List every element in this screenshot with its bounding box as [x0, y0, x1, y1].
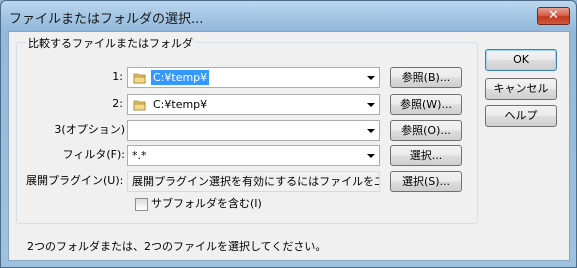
window-title: ファイルまたはフォルダの選択... — [9, 12, 204, 27]
chevron-down-icon[interactable] — [362, 146, 379, 165]
group-label: 比較するファイルまたはフォルダ — [26, 35, 195, 51]
plugin-label: 展開プラグイン(U): — [26, 174, 124, 187]
include-subfolders-label[interactable]: サブフォルダを含む(I) — [151, 196, 262, 212]
middle-path-label: 3(オプション) — [54, 123, 125, 136]
close-icon: ✕ — [548, 8, 559, 23]
chevron-down-icon[interactable] — [362, 68, 379, 87]
plugin-field: 展開プラグイン選択を有効にするにはファイルを二つ選 — [127, 171, 380, 192]
close-button[interactable]: ✕ — [537, 7, 570, 25]
right-path-value: C:¥temp¥ — [153, 98, 208, 111]
folder-icon — [133, 73, 146, 84]
left-path-combobox[interactable]: C:¥temp¥ — [127, 67, 380, 88]
include-subfolders-checkbox[interactable] — [135, 198, 148, 211]
middle-path-combobox[interactable] — [127, 120, 380, 141]
chevron-down-icon[interactable] — [362, 95, 379, 114]
select-filter-button[interactable]: 選択... — [390, 145, 462, 166]
browse-middle-button[interactable]: 参照(O)... — [390, 120, 462, 141]
dialog-window: ファイルまたはフォルダの選択... ✕ 比較するファイルまたはフォルダ 1: C… — [0, 0, 577, 268]
browse-left-button[interactable]: 参照(B)... — [390, 67, 462, 88]
ok-button[interactable]: OK — [485, 49, 557, 71]
plugin-value: 展開プラグイン選択を有効にするにはファイルを二つ選 — [132, 175, 380, 188]
status-message: 2つのフォルダまたは、2つのファイルを選択してください。 — [27, 240, 327, 253]
help-button[interactable]: ヘルプ — [485, 105, 557, 127]
right-path-label: 2: — [112, 97, 123, 110]
filter-label: フィルタ(F): — [62, 148, 125, 161]
right-path-combobox[interactable]: C:¥temp¥ — [127, 94, 380, 115]
chevron-down-icon[interactable] — [362, 121, 379, 140]
filter-combobox[interactable]: *.* — [127, 145, 380, 166]
select-plugin-button[interactable]: 選択(S)... — [390, 171, 462, 192]
cancel-button[interactable]: キャンセル — [485, 78, 557, 100]
dialog-client-area: 比較するファイルまたはフォルダ 1: C:¥temp¥ 参照(B)... 2: … — [8, 31, 570, 261]
title-bar[interactable]: ファイルまたはフォルダの選択... ✕ — [1, 1, 576, 31]
browse-right-button[interactable]: 参照(W)... — [390, 94, 462, 115]
filter-value: *.* — [132, 149, 147, 162]
left-path-label: 1: — [112, 70, 123, 83]
left-path-value: C:¥temp¥ — [151, 70, 210, 85]
folder-icon — [133, 100, 146, 111]
